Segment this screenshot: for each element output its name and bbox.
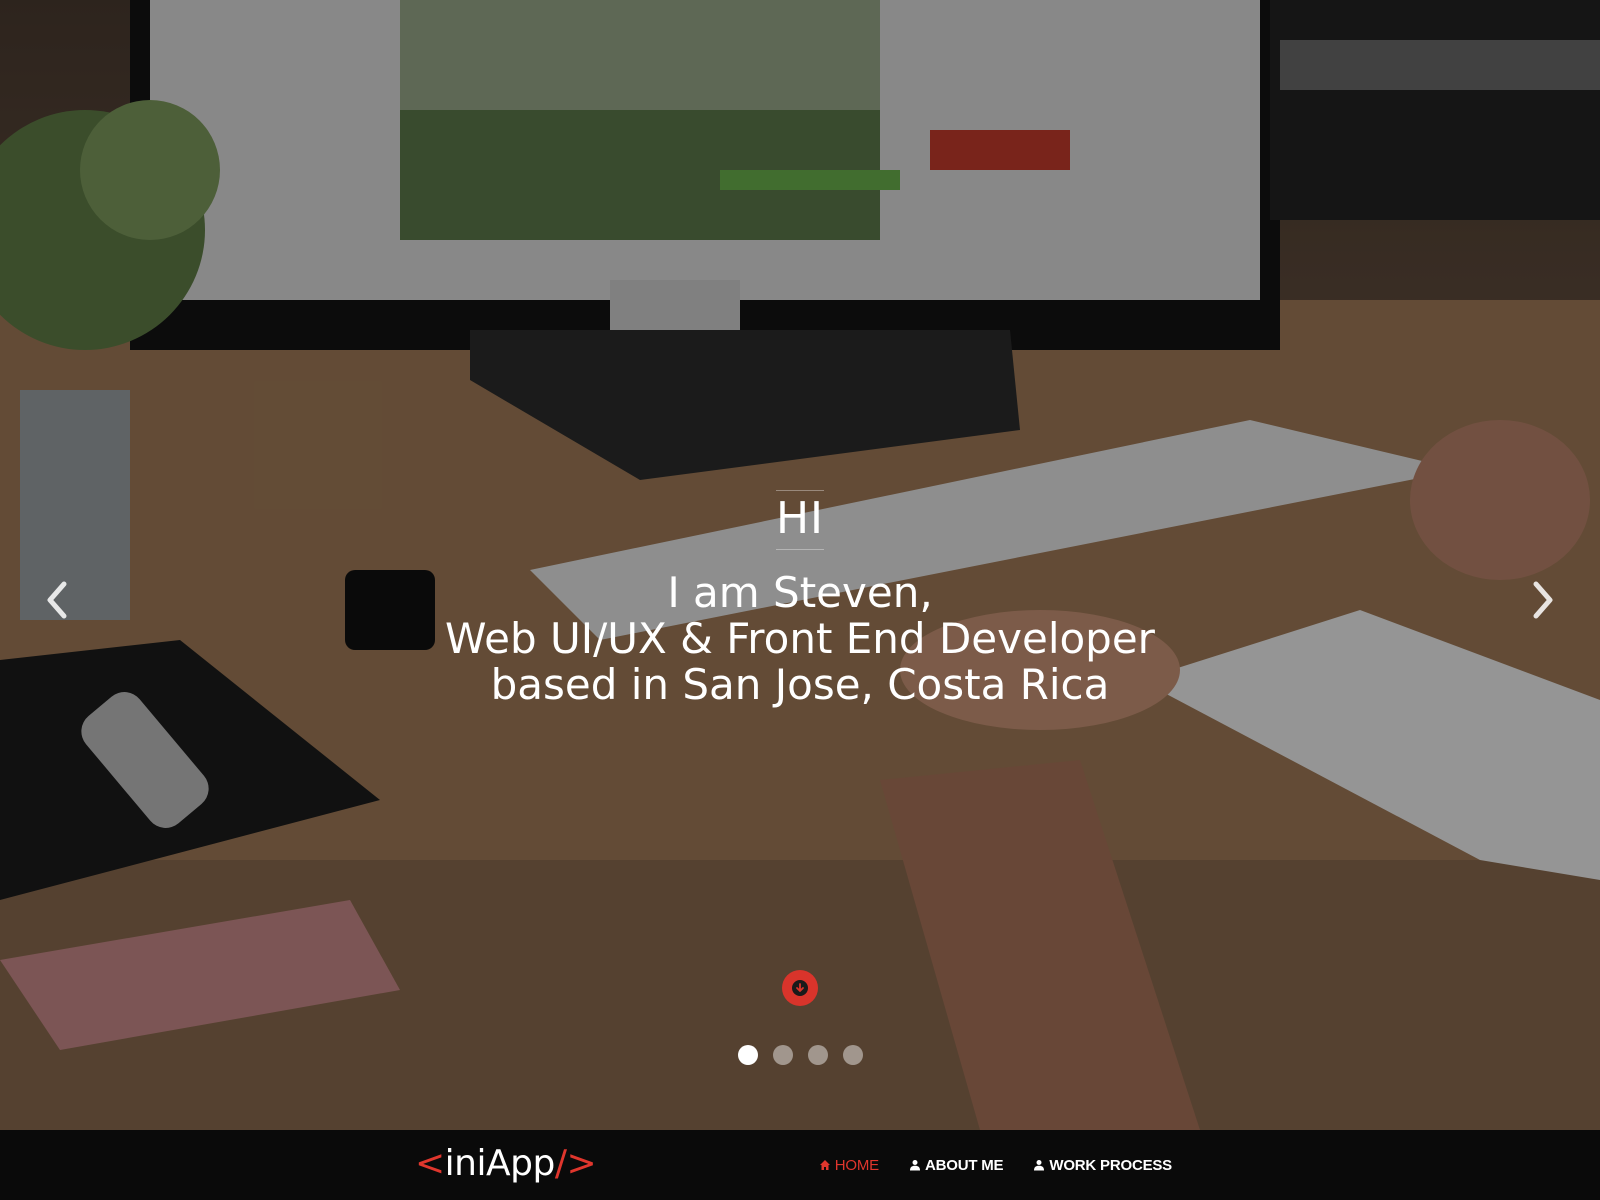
intro-line-role: Web UI/UX & Front End Developer bbox=[445, 614, 1155, 663]
nav-item-home[interactable]: HOME bbox=[819, 1157, 879, 1174]
chevron-left-icon bbox=[47, 581, 67, 619]
intro-text: I am Steven, Web UI/UX & Front End Devel… bbox=[0, 570, 1600, 708]
user-icon bbox=[1034, 1160, 1045, 1171]
user-icon bbox=[909, 1160, 920, 1171]
nav-item-work-process[interactable]: WORK PROCESS bbox=[1033, 1157, 1172, 1174]
arrow-circle-down-icon bbox=[792, 980, 808, 996]
scroll-down-button[interactable] bbox=[782, 970, 818, 1006]
brand-logo[interactable]: <iniApp/> bbox=[415, 1140, 597, 1188]
carousel-next-button[interactable] bbox=[1522, 580, 1566, 624]
greeting-frame: HI bbox=[775, 490, 825, 550]
nav-item-about-me[interactable]: ABOUT ME bbox=[909, 1156, 1004, 1174]
nav-item-label: WORK PROCESS bbox=[1049, 1156, 1172, 1174]
brand-name: iniApp bbox=[444, 1143, 556, 1184]
nav-menu: HOME ABOUT ME WORK PROCESS bbox=[819, 1130, 1172, 1200]
carousel-indicator-4[interactable] bbox=[842, 1045, 863, 1065]
carousel-indicator-1[interactable] bbox=[737, 1045, 758, 1065]
home-icon bbox=[819, 1160, 830, 1170]
main-navbar: <iniApp/> HOME ABOUT ME WORK PROCESS bbox=[0, 1130, 1600, 1200]
carousel-indicators bbox=[0, 1045, 1600, 1065]
brand-open-bracket: < bbox=[415, 1143, 445, 1184]
hero-caption: HI I am Steven, Web UI/UX & Front End De… bbox=[0, 490, 1600, 708]
hero-carousel: HI I am Steven, Web UI/UX & Front End De… bbox=[0, 0, 1600, 1130]
page: HI I am Steven, Web UI/UX & Front End De… bbox=[0, 0, 1600, 1200]
brand-close-bracket: /> bbox=[554, 1143, 597, 1184]
chevron-right-icon bbox=[1533, 581, 1553, 619]
carousel-indicator-2[interactable] bbox=[772, 1045, 793, 1065]
intro-line-name: I am Steven, bbox=[667, 568, 933, 617]
carousel-indicator-3[interactable] bbox=[807, 1045, 828, 1065]
nav-item-label: HOME bbox=[834, 1156, 879, 1174]
greeting-heading: HI bbox=[775, 493, 825, 544]
carousel-prev-button[interactable] bbox=[34, 580, 78, 624]
nav-item-label: ABOUT ME bbox=[924, 1156, 1004, 1174]
intro-line-location: based in San Jose, Costa Rica bbox=[490, 660, 1110, 709]
